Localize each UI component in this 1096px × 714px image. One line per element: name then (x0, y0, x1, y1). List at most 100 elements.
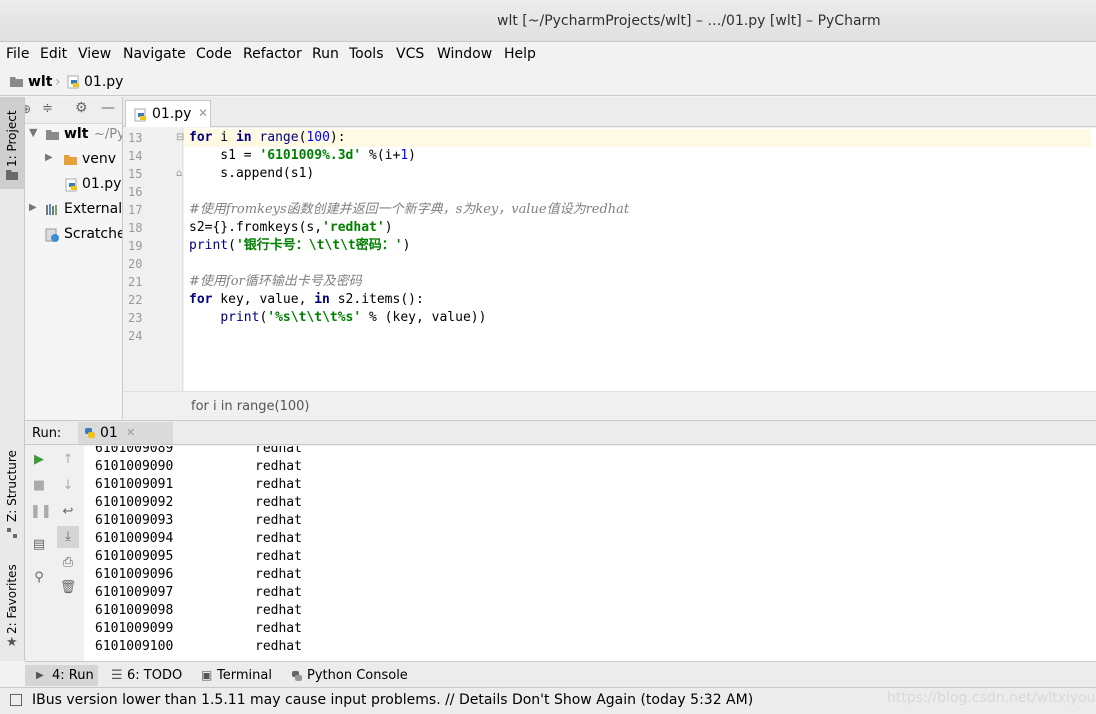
menu-vcs[interactable]: VCS (396, 46, 424, 62)
tab-01-py[interactable]: 01.py ✕ (125, 100, 211, 127)
project-panel: ⊕ ≑ ⚙ — ▼ wlt ~/Py ▶ venv 01.py ▶ Extern… (25, 97, 123, 419)
console-line: 6101009100 redhat (95, 639, 302, 654)
tab-run[interactable]: ▶ 4: Run (25, 665, 98, 686)
console-line: 6101009097 redhat (95, 585, 302, 600)
breadcrumb-project[interactable]: wlt (28, 74, 52, 90)
tree-item-scratches[interactable]: Scratche (25, 224, 123, 248)
chevron-down-icon[interactable]: ▼ (29, 126, 37, 139)
line-number: 17 (128, 203, 143, 217)
event-log-icon[interactable] (10, 694, 22, 706)
code-line-21: #使用for循环输出卡号及密码 (189, 274, 362, 289)
tab-python-console[interactable]: Python Console (290, 665, 410, 686)
menu-code[interactable]: Code (196, 46, 232, 62)
menu-file[interactable]: File (6, 46, 29, 62)
trash-icon[interactable]: 🗑 (59, 579, 77, 597)
menu-refactor[interactable]: Refactor (243, 46, 302, 62)
structure-tool-tab[interactable]: Z: Structure (0, 447, 24, 542)
left-tool-strip: 1: Project Z: Structure 2: Favorites ★ (0, 97, 25, 661)
tree-item-external[interactable]: ▶ External (25, 199, 123, 223)
tree-item-root[interactable]: ▼ wlt ~/Py (25, 124, 122, 148)
pin-icon[interactable]: ⚲ (30, 569, 48, 587)
console-output[interactable]: 6101009089 redhat 6101009090 redhat 610100… (84, 446, 1096, 661)
arrow-down-icon[interactable]: ↓ (59, 477, 77, 495)
code-editor[interactable]: for i in range(100): s1 = '6101009%.3d' … (184, 128, 1096, 391)
editor-breadcrumb-label[interactable]: for i in range(100) (191, 399, 310, 414)
code-line-22: for key, value, in s2.items(): (189, 292, 424, 307)
close-icon[interactable]: ✕ (126, 426, 135, 439)
python-icon (292, 671, 302, 681)
arrow-up-icon[interactable]: ↑ (59, 451, 77, 469)
line-number: 13 (128, 131, 143, 145)
collapse-all-icon[interactable]: ≑ (42, 101, 53, 116)
gear-icon[interactable]: ⚙ (75, 100, 88, 116)
fold-end-icon[interactable]: ⌂ (176, 168, 182, 179)
watermark: https://blog.csdn.net/wltxiyou (887, 690, 1096, 706)
tree-item-label: Scratche (64, 226, 123, 242)
favorites-tool-tab[interactable]: 2: Favorites ★ (0, 557, 24, 657)
status-bar: IBus version lower than 1.5.11 may cause… (0, 687, 1096, 714)
line-number: 20 (128, 257, 143, 271)
run-tab[interactable]: 01 ✕ (78, 422, 173, 444)
python-file-icon (67, 75, 79, 89)
python-file-icon (65, 178, 77, 192)
star-icon: ★ (6, 635, 18, 650)
breadcrumb-file[interactable]: 01.py (84, 74, 123, 90)
run-tab-label: 01 (100, 425, 118, 441)
console-line: 6101009092 redhat (95, 495, 302, 510)
line-number: 16 (128, 185, 143, 199)
folder-icon (64, 155, 77, 165)
tree-root-label: wlt (64, 126, 89, 142)
menu-view[interactable]: View (78, 46, 111, 62)
console-line: 6101009094 redhat (95, 531, 302, 546)
code-line-17: #使用fromkeys函数创建并返回一个新字典，s为key，value值设为re… (189, 202, 630, 217)
stop-icon[interactable]: ■ (30, 477, 48, 495)
breadcrumb: wlt › 01.py (0, 68, 1096, 96)
close-icon[interactable]: ✕ (198, 106, 208, 120)
menu-edit[interactable]: Edit (40, 46, 67, 62)
menu-help[interactable]: Help (504, 46, 536, 62)
python-icon (85, 428, 95, 438)
tab-terminal[interactable]: ▣ Terminal (200, 665, 280, 686)
favorites-tab-label: 2: Favorites (5, 564, 19, 634)
scroll-to-end-icon[interactable]: ⤓ (57, 526, 79, 548)
console-line: 6101009093 redhat (95, 513, 302, 528)
rerun-icon[interactable]: ▶ (30, 451, 48, 469)
python-file-icon (134, 108, 146, 122)
tree-item-label: 01.py (82, 176, 122, 192)
tree-item-venv[interactable]: ▶ venv (25, 149, 122, 173)
console-line: 6101009099 redhat (95, 621, 302, 636)
folder-icon (10, 77, 23, 87)
chevron-right-icon[interactable]: ▶ (29, 202, 37, 213)
menu-run[interactable]: Run (312, 46, 339, 62)
menu-window[interactable]: Window (437, 46, 492, 62)
console-line: 6101009096 redhat (95, 567, 302, 582)
bottom-tool-bar: ▶ 4: Run ☰ 6: TODO ▣ Terminal Python Con… (25, 661, 1096, 687)
project-tool-tab[interactable]: 1: Project (0, 97, 24, 189)
layout-icon[interactable]: ▤ (30, 536, 48, 554)
hide-icon[interactable]: — (101, 100, 115, 116)
tab-label: 01.py (152, 106, 192, 122)
tree-item-file[interactable]: 01.py (25, 174, 122, 198)
library-icon (46, 204, 57, 215)
window-title: wlt [~/PycharmProjects/wlt] – …/01.py [w… (497, 13, 881, 29)
print-icon[interactable]: ⎙ (59, 554, 77, 572)
chevron-right-icon: › (55, 74, 61, 90)
folder-icon (46, 130, 59, 140)
soft-wrap-icon[interactable]: ↩ (59, 503, 77, 521)
menu-tools[interactable]: Tools (349, 46, 384, 62)
line-number: 19 (128, 239, 143, 253)
locate-icon[interactable]: ⊕ (25, 102, 31, 116)
tree-item-label: External (64, 201, 123, 217)
code-line-15: s.append(s1) (189, 166, 315, 181)
pause-icon[interactable]: ❚❚ (30, 503, 52, 521)
status-message[interactable]: IBus version lower than 1.5.11 may cause… (32, 692, 753, 708)
console-line: 6101009089 redhat (95, 446, 302, 456)
menu-navigate[interactable]: Navigate (123, 46, 186, 62)
chevron-right-icon[interactable]: ▶ (45, 152, 53, 163)
code-line-23: print('%s\t\t\t%s' % (key, value)) (220, 310, 487, 325)
structure-icon (7, 528, 17, 538)
console-line: 6101009090 redhat (95, 459, 302, 474)
tab-todo[interactable]: ☰ 6: TODO (109, 665, 189, 686)
console-line: 6101009098 redhat (95, 603, 302, 618)
console-line: 6101009091 redhat (95, 477, 302, 492)
